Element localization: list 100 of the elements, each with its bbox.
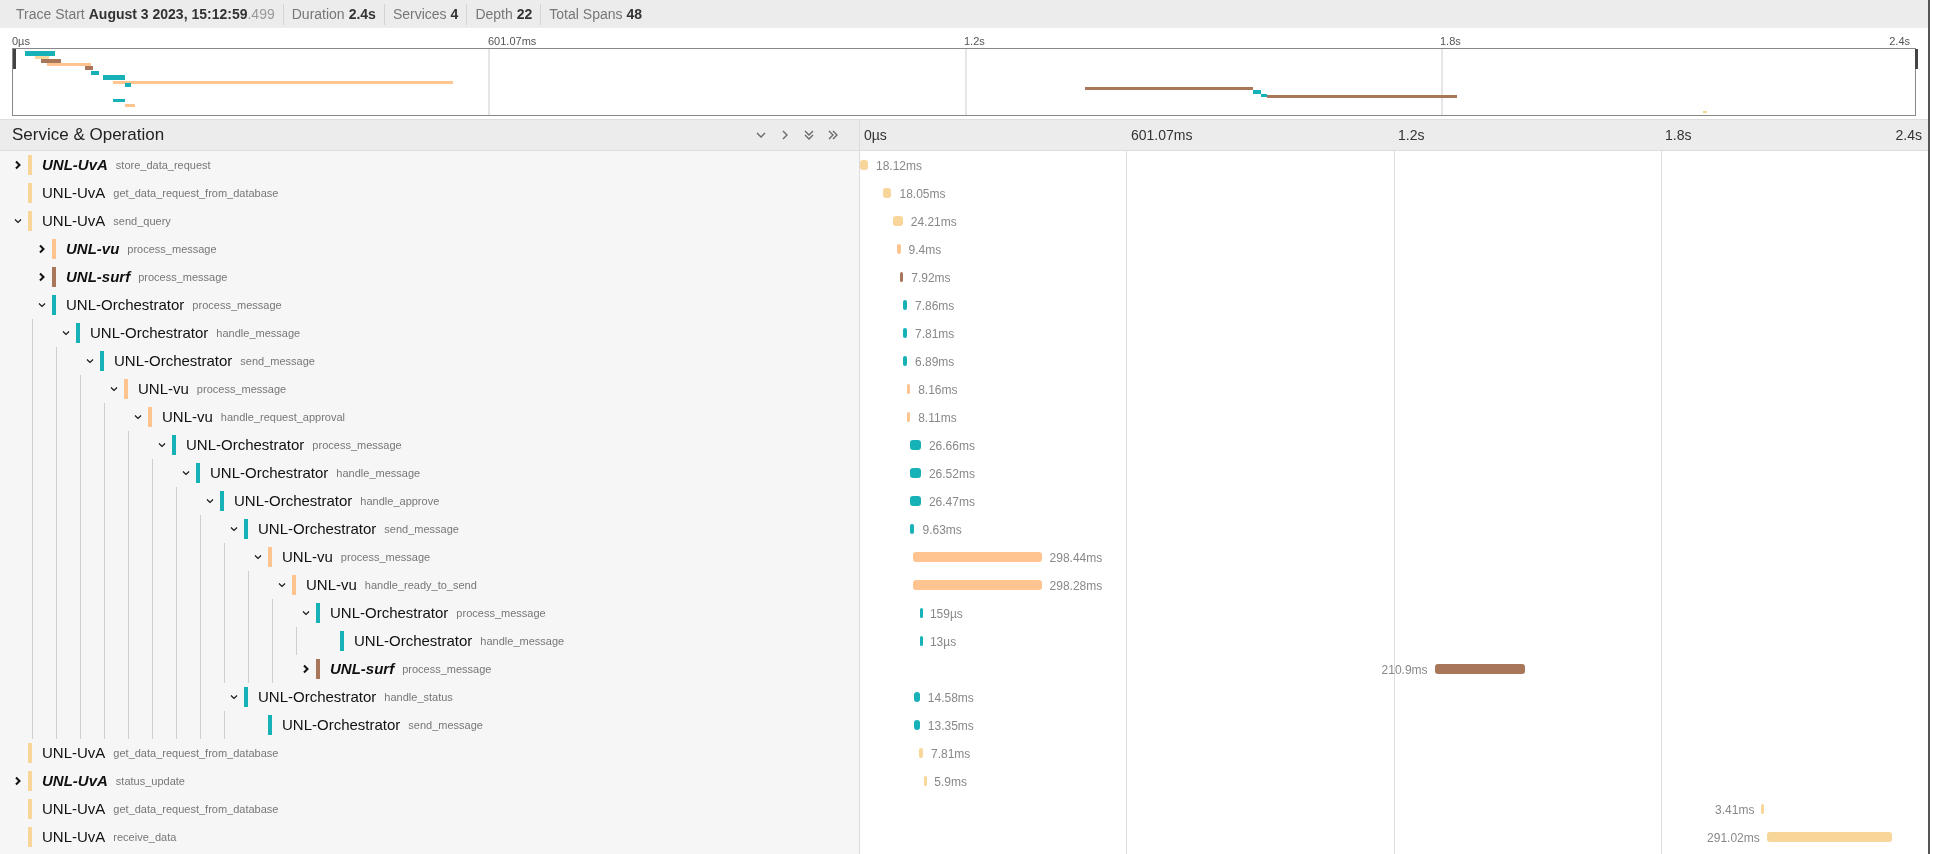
service-name[interactable]: UNL-Orchestrator	[282, 713, 401, 737]
span-duration-bar[interactable]	[910, 496, 921, 506]
span-duration-bar[interactable]	[919, 636, 923, 646]
service-name[interactable]: UNL-UvA	[42, 769, 108, 793]
service-name[interactable]: UNL-surf	[330, 657, 395, 681]
chevron-right-icon[interactable]	[13, 776, 23, 786]
span-duration-bar[interactable]	[902, 300, 907, 310]
service-name[interactable]: UNL-Orchestrator	[114, 349, 233, 373]
service-name[interactable]: UNL-Orchestrator	[258, 517, 377, 541]
service-name[interactable]: UNL-Orchestrator	[186, 433, 305, 457]
span-duration-label: 8.11ms	[918, 410, 957, 427]
operation-name: send_message	[408, 717, 483, 733]
span-duration-bar[interactable]	[902, 356, 907, 366]
timeline-tick-label: 601.07ms	[1131, 125, 1193, 145]
operation-name: handle_request_approval	[220, 409, 345, 425]
span-duration-bar[interactable]	[900, 272, 904, 282]
chevron-down-icon[interactable]	[253, 552, 263, 562]
operation-name: store_data_request	[115, 157, 211, 173]
span-duration-label: 13µs	[929, 634, 957, 651]
service-name[interactable]: UNL-UvA	[42, 209, 106, 233]
operation-name: send_message	[384, 521, 459, 537]
chevron-right-icon[interactable]	[13, 160, 23, 170]
chevron-down-icon[interactable]	[133, 412, 143, 422]
service-name[interactable]: UNL-vu	[66, 237, 120, 261]
chevron-right-icon[interactable]	[37, 272, 47, 282]
span-duration-label: 18.05ms	[899, 186, 946, 203]
chevron-down-icon[interactable]	[277, 580, 287, 590]
chevron-down-icon[interactable]	[205, 496, 215, 506]
service-name[interactable]: UNL-Orchestrator	[354, 629, 473, 653]
service-name[interactable]: UNL-UvA	[42, 181, 106, 205]
summary-value-fraction: .499	[247, 4, 275, 24]
span-duration-bar[interactable]	[910, 524, 915, 534]
span-duration-label: 6.89ms	[915, 354, 955, 371]
service-name[interactable]: UNL-Orchestrator	[258, 685, 377, 709]
service-name[interactable]: UNL-Orchestrator	[234, 489, 353, 513]
service-name[interactable]: UNL-Orchestrator	[90, 321, 209, 345]
chevron-down-icon[interactable]	[61, 328, 71, 338]
service-name[interactable]: UNL-UvA	[42, 153, 108, 177]
span-duration-bar[interactable]	[910, 468, 921, 478]
chevron-down-icon[interactable]	[229, 692, 239, 702]
span-duration-label: 298.28ms	[1049, 578, 1103, 595]
service-name[interactable]: UNL-vu	[306, 573, 357, 597]
service-name[interactable]: UNL-UvA	[42, 797, 106, 821]
operation-name: process_message	[340, 549, 431, 565]
span-duration-label: 24.21ms	[910, 214, 957, 231]
operation-name: process_message	[196, 381, 287, 397]
span-duration-bar[interactable]	[910, 440, 921, 450]
operation-name: process_message	[456, 605, 546, 621]
span-duration-label: 14.58ms	[927, 690, 974, 707]
service-name[interactable]: UNL-Orchestrator	[66, 293, 185, 317]
timeline-tick-label: 0µs	[864, 125, 887, 145]
operation-name: handle_approve	[360, 493, 440, 509]
span-duration-label: 8.16ms	[918, 382, 958, 399]
service-name[interactable]: UNL-Orchestrator	[210, 461, 329, 485]
span-duration-label: 7.81ms	[931, 746, 971, 763]
chevron-down-icon[interactable]	[85, 356, 95, 366]
span-duration-label: 159µs	[929, 606, 963, 623]
collapse-all-icon[interactable]	[803, 129, 815, 141]
operation-name: handle_message	[216, 325, 301, 341]
summary-value: August 3 2023, 15:12:59	[88, 4, 248, 24]
service-name[interactable]: UNL-Orchestrator	[330, 601, 449, 625]
operation-name: status_update	[115, 773, 185, 789]
span-duration-label: 7.92ms	[911, 270, 951, 287]
column-title: Service & Operation	[12, 124, 165, 147]
chevron-right-icon[interactable]	[37, 244, 47, 254]
service-name[interactable]: UNL-UvA	[42, 825, 106, 849]
chevron-down-icon[interactable]	[37, 300, 47, 310]
summary-value: 4	[450, 4, 459, 24]
span-duration-bar[interactable]	[919, 608, 923, 618]
minimap-tick-label: 0µs	[12, 33, 30, 49]
expand-all-icon[interactable]	[827, 129, 839, 141]
service-name[interactable]: UNL-vu	[282, 545, 333, 569]
service-name[interactable]: UNL-surf	[66, 265, 131, 289]
span-duration-label: 26.47ms	[928, 494, 975, 511]
span-duration-bar[interactable]	[914, 720, 920, 730]
minimap-tick-label: 1.2s	[964, 33, 985, 49]
service-name[interactable]: UNL-UvA	[42, 741, 106, 765]
span-duration-bar[interactable]	[1434, 664, 1526, 674]
span-duration-bar[interactable]	[914, 692, 920, 702]
span-duration-label: 3.41ms	[1715, 802, 1755, 819]
operation-name: process_message	[312, 437, 402, 453]
chevron-down-icon[interactable]	[181, 468, 191, 478]
operation-name: get_data_request_from_database	[113, 185, 279, 201]
operation-name: process_message	[127, 241, 217, 257]
chevron-down-icon[interactable]	[229, 524, 239, 534]
summary-label: Depth	[475, 4, 513, 24]
service-name[interactable]: UNL-vu	[162, 405, 213, 429]
chevron-down-icon[interactable]	[301, 608, 311, 618]
span-duration-label: 210.9ms	[1381, 662, 1428, 679]
chevron-down-icon[interactable]	[157, 440, 167, 450]
chevron-down-icon[interactable]	[13, 216, 23, 226]
span-duration-bar[interactable]	[902, 328, 907, 338]
minimap-tick-label: 1.8s	[1440, 33, 1461, 49]
service-name[interactable]: UNL-vu	[138, 377, 189, 401]
chevron-down-icon[interactable]	[109, 384, 119, 394]
timeline-tick-label: 1.8s	[1665, 125, 1692, 145]
span-duration-label: 298.44ms	[1049, 550, 1103, 567]
operation-name: handle_message	[336, 465, 421, 481]
operation-name: process_message	[192, 297, 282, 313]
chevron-right-icon[interactable]	[301, 664, 311, 674]
